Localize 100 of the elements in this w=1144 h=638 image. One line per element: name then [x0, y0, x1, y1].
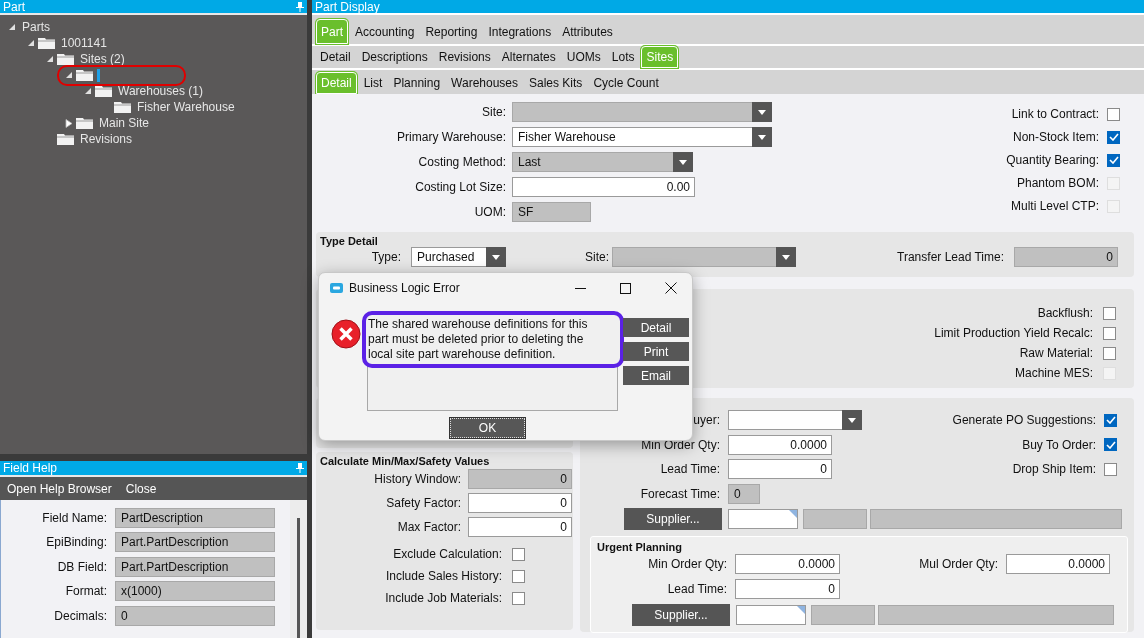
expanded-arrow-icon[interactable] [65, 71, 73, 80]
input-field[interactable] [736, 605, 806, 625]
tree-item[interactable]: 1001141 [61, 34, 107, 53]
checkbox[interactable] [1104, 413, 1117, 427]
tab[interactable]: Reporting [421, 19, 482, 44]
field-label: Include Job Materials: [384, 590, 502, 607]
checkbox[interactable] [1103, 326, 1116, 340]
checkbox[interactable] [1103, 346, 1116, 360]
checkbox[interactable] [1104, 462, 1117, 476]
checkbox[interactable] [512, 569, 525, 583]
checkbox[interactable] [512, 591, 525, 605]
field-label: Machine MES: [1014, 365, 1093, 382]
checkbox[interactable] [1107, 107, 1120, 121]
field-label: Multi Level CTP: [1010, 198, 1099, 215]
expanded-arrow-icon[interactable] [8, 23, 16, 32]
expanded-arrow-icon[interactable] [84, 87, 92, 96]
folder-icon [57, 133, 74, 145]
input-field[interactable]: 0 [728, 459, 832, 479]
checkbox[interactable] [1103, 306, 1116, 320]
field-label: DB Field: [56, 559, 107, 576]
tab[interactable]: List [359, 72, 387, 94]
input-field[interactable]: 0 [115, 606, 275, 626]
input-field[interactable] [811, 605, 875, 625]
folder-icon [38, 37, 55, 49]
error-message: The shared warehouse definitions for this part must be deleted prior to deleting the local site part warehouse definition. [367, 316, 589, 363]
tree-item[interactable]: Revisions [80, 130, 133, 149]
toolbar-button[interactable]: Open Help Browser [7, 479, 112, 498]
collapsed-arrow-icon[interactable] [65, 118, 73, 128]
input-field[interactable]: 0 [468, 493, 572, 513]
input-field[interactable]: PartDescription [115, 508, 275, 528]
input-field[interactable]: 0 [468, 517, 572, 537]
input-field[interactable]: 0.0000 [735, 554, 840, 574]
tab[interactable]: Accounting [351, 19, 419, 44]
field-label: Costing Lot Size: [414, 179, 506, 196]
toolbar-button[interactable]: Close [125, 479, 157, 498]
tab[interactable]: Alternates [497, 46, 560, 68]
dropdown[interactable] [728, 410, 862, 430]
dropdown[interactable]: Purchased [411, 247, 506, 267]
close-icon[interactable] [665, 282, 677, 294]
tab[interactable]: Attributes [558, 19, 617, 44]
input-field[interactable] [870, 509, 1122, 529]
input-field[interactable]: Part.PartDescription [115, 557, 275, 577]
pin-icon[interactable] [296, 1, 304, 12]
tab[interactable]: UOMs [562, 46, 605, 68]
section-title: Calculate Min/Max/Safety Values [319, 454, 490, 469]
dropdown[interactable]: Fisher Warehouse [512, 127, 772, 147]
dialog-button[interactable]: Detail [623, 318, 689, 337]
ok-button[interactable]: OK [450, 418, 525, 438]
field-label: Primary Warehouse: [396, 129, 506, 146]
field-label: Forecast Time: [639, 485, 720, 503]
tree-item[interactable]: Main Site [99, 114, 150, 133]
dialog-button[interactable]: Print [623, 342, 689, 361]
input-field[interactable]: 0.0000 [1006, 554, 1110, 574]
expanded-arrow-icon[interactable] [46, 55, 54, 64]
checkbox[interactable] [1104, 438, 1117, 451]
tab[interactable]: Cycle Count [589, 72, 663, 94]
maximize-icon[interactable] [619, 282, 631, 294]
tab[interactable]: Revisions [434, 46, 495, 68]
folder-icon [76, 69, 93, 81]
field-label: Transfer Lead Time: [897, 249, 1004, 266]
tab[interactable]: Planning [389, 72, 445, 94]
field-label: Include Sales History: [384, 568, 502, 585]
input-field[interactable] [803, 509, 867, 529]
tab[interactable]: Integrations [484, 19, 556, 44]
input-field[interactable]: x(1000) [115, 581, 275, 602]
app-icon [330, 283, 343, 293]
tab[interactable]: Lots [607, 46, 639, 68]
supplier-button[interactable]: Supplier... [632, 604, 730, 626]
field-label: UOM: [473, 204, 506, 221]
input-field[interactable]: 0 [735, 579, 840, 599]
tab[interactable]: Detail [316, 46, 355, 68]
tree-item[interactable]: Fisher Warehouse [137, 98, 235, 117]
field-label: Field Name: [41, 510, 107, 527]
field-label: EpiBinding: [45, 534, 107, 552]
input-field[interactable]: Part.PartDescription [115, 532, 275, 553]
field-label: Lead Time: [666, 581, 727, 598]
field-label: Costing Method: [417, 154, 506, 171]
tab[interactable]: Sales Kits [525, 72, 587, 94]
checkbox[interactable] [512, 547, 525, 561]
input-field[interactable] [728, 509, 798, 529]
input-field[interactable]: 0.0000 [728, 434, 832, 455]
error-icon [331, 319, 361, 349]
supplier-button[interactable]: Supplier... [624, 508, 722, 530]
panel-title: Part Display [315, 0, 380, 13]
expanded-arrow-icon[interactable] [27, 39, 35, 48]
tree-item[interactable]: Parts [22, 18, 50, 37]
folder-icon [95, 85, 112, 97]
tab[interactable]: Descriptions [357, 46, 432, 68]
field-label: Max Factor: [396, 519, 461, 536]
pin-icon[interactable] [296, 462, 304, 473]
checkbox[interactable] [1107, 130, 1120, 144]
input-field[interactable] [878, 605, 1114, 625]
field-label: Generate PO Suggestions: [952, 412, 1096, 429]
tree-item[interactable]: Warehouses (1) [118, 82, 203, 101]
scrollbar[interactable] [290, 500, 307, 638]
input-field[interactable]: 0.00 [512, 177, 695, 197]
dialog-button[interactable]: Email [623, 366, 689, 385]
tab[interactable]: Warehouses [447, 72, 522, 94]
checkbox[interactable] [1107, 153, 1120, 167]
tree-item[interactable]: Sites (2) [80, 50, 125, 69]
